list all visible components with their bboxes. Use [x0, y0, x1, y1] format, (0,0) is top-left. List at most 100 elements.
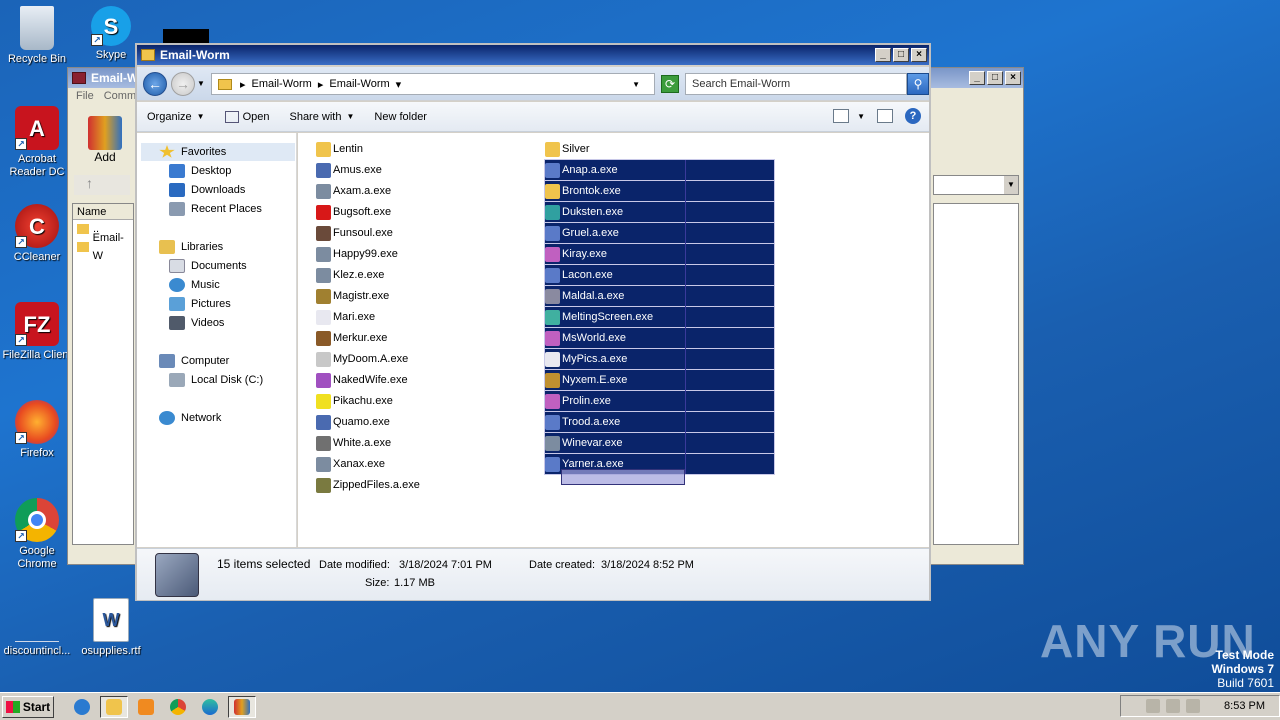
- breadcrumb-item[interactable]: Email-Worm: [329, 78, 389, 90]
- file-item[interactable]: Klez.e.exe: [316, 265, 384, 285]
- menu-commands[interactable]: Comm: [104, 90, 136, 102]
- file-item[interactable]: Amus.exe: [316, 160, 382, 180]
- search-input[interactable]: Search Email-Worm: [685, 73, 907, 95]
- taskbar-explorer[interactable]: [100, 695, 128, 718]
- file-icon: [545, 246, 560, 262]
- nav-documents[interactable]: Documents: [169, 257, 247, 275]
- file-item[interactable]: Mari.exe: [316, 307, 375, 327]
- desktop-icon-osupplies[interactable]: W osupplies.rtf: [74, 598, 148, 658]
- nav-videos[interactable]: Videos: [169, 314, 224, 332]
- file-item[interactable]: MeltingScreen.exe: [544, 306, 775, 328]
- chevron-down-icon[interactable]: ▼: [857, 112, 865, 121]
- file-item[interactable]: Winevar.exe: [544, 432, 775, 454]
- path-dropdown[interactable]: ▼: [933, 175, 1019, 195]
- organize-button[interactable]: Organize ▼: [137, 111, 215, 123]
- add-button[interactable]: Add: [74, 112, 136, 170]
- taskbar-edge[interactable]: [196, 696, 224, 718]
- file-item[interactable]: Lacon.exe: [544, 264, 775, 286]
- desktop-icon-firefox[interactable]: ↗ Firefox: [0, 400, 74, 460]
- close-button[interactable]: ×: [911, 48, 927, 62]
- file-item[interactable]: Nyxem.E.exe: [544, 369, 775, 391]
- desktop-icon-acrobat[interactable]: A ↗ Acrobat Reader DC: [0, 106, 74, 179]
- recent-pages-dropdown[interactable]: ▼: [197, 79, 205, 88]
- file-item[interactable]: Bugsoft.exe: [316, 202, 391, 222]
- nav-music[interactable]: Music: [169, 276, 220, 294]
- flag-icon[interactable]: [1186, 699, 1201, 713]
- search-button[interactable]: ⚲: [907, 73, 929, 95]
- minimize-button[interactable]: _: [875, 48, 891, 62]
- file-item[interactable]: MyDoom.A.exe: [316, 349, 408, 369]
- refresh-button[interactable]: ⟳: [661, 75, 679, 93]
- file-item[interactable]: Merkur.exe: [316, 328, 387, 348]
- file-item[interactable]: Gruel.a.exe: [544, 222, 775, 244]
- nav-recent-places[interactable]: Recent Places: [169, 200, 262, 218]
- clock[interactable]: 8:53 PM: [1224, 700, 1265, 712]
- minimize-button[interactable]: _: [969, 71, 985, 85]
- back-button[interactable]: ←: [143, 72, 167, 96]
- file-item[interactable]: Silver: [545, 139, 590, 159]
- file-item[interactable]: Trood.a.exe: [544, 411, 775, 433]
- file-item[interactable]: NakedWife.exe: [316, 370, 408, 390]
- file-item[interactable]: Magistr.exe: [316, 286, 389, 306]
- file-item[interactable]: Kiray.exe: [544, 243, 775, 265]
- file-item[interactable]: Duksten.exe: [544, 201, 775, 223]
- column-header-name[interactable]: Name: [73, 204, 133, 220]
- file-item[interactable]: Funsoul.exe: [316, 223, 393, 243]
- table-row[interactable]: Email-W: [73, 232, 133, 262]
- file-item[interactable]: Anap.a.exe: [544, 159, 775, 181]
- nav-label: Favorites: [181, 146, 227, 158]
- file-list[interactable]: Lentin Amus.exe Axam.a.exe Bugsoft.exe Funso…: [298, 133, 929, 547]
- help-icon[interactable]: ?: [905, 108, 921, 124]
- file-item[interactable]: Lentin: [316, 139, 363, 159]
- nav-favorites[interactable]: Favorites: [141, 143, 295, 161]
- file-item[interactable]: White.a.exe: [316, 433, 391, 453]
- desktop-icon-recycle-bin[interactable]: Recycle Bin: [0, 6, 74, 66]
- forward-button[interactable]: →: [171, 72, 195, 96]
- file-item[interactable]: ZippedFiles.a.exe: [316, 475, 420, 495]
- share-with-button[interactable]: Share with ▼: [279, 111, 364, 123]
- volume-icon[interactable]: [1146, 699, 1161, 713]
- maximize-button[interactable]: □: [987, 71, 1003, 85]
- change-view-icon[interactable]: [833, 109, 850, 123]
- network-icon[interactable]: [1166, 699, 1181, 713]
- nav-libraries[interactable]: Libraries: [159, 238, 223, 256]
- start-button[interactable]: Start: [2, 695, 54, 718]
- file-item[interactable]: Xanax.exe: [316, 454, 385, 474]
- desktop-icon-ccleaner[interactable]: C ↗ CCleaner: [0, 204, 74, 264]
- up-arrow-icon[interactable]: ↑: [74, 175, 130, 195]
- menu-file[interactable]: File: [76, 90, 94, 102]
- desktop-icon-discount[interactable]: discountincl...: [0, 598, 74, 658]
- file-item[interactable]: Brontok.exe: [544, 180, 775, 202]
- new-folder-button[interactable]: New folder: [364, 111, 437, 123]
- nav-local-disk[interactable]: Local Disk (C:): [169, 371, 263, 389]
- taskbar-winrar[interactable]: [228, 695, 256, 718]
- file-item[interactable]: MsWorld.exe: [544, 327, 775, 349]
- file-item[interactable]: MyPics.a.exe: [544, 348, 775, 370]
- breadcrumb-item[interactable]: Email-Worm: [252, 78, 312, 90]
- taskbar-media-player[interactable]: [132, 696, 160, 718]
- nav-computer[interactable]: Computer: [159, 352, 229, 370]
- address-dropdown[interactable]: ▼: [632, 80, 640, 89]
- file-item[interactable]: Axam.a.exe: [316, 181, 391, 201]
- nav-desktop[interactable]: Desktop: [169, 162, 231, 180]
- file-item[interactable]: Happy99.exe: [316, 244, 398, 264]
- nav-pictures[interactable]: Pictures: [169, 295, 231, 313]
- explorer-window[interactable]: Email-Worm _ □ × ← → ▼ ▸ Email-Worm ▸ Em…: [135, 43, 931, 601]
- file-item[interactable]: Pikachu.exe: [316, 391, 393, 411]
- open-button[interactable]: Open: [215, 110, 280, 123]
- winrar-file-list[interactable]: Name .. Email-W: [72, 203, 134, 545]
- breadcrumb[interactable]: ▸ Email-Worm ▸ Email-Worm ▾ ▼: [211, 73, 655, 95]
- file-item[interactable]: Prolin.exe: [544, 390, 775, 412]
- nav-downloads[interactable]: Downloads: [169, 181, 245, 199]
- file-item[interactable]: Maldal.a.exe: [544, 285, 775, 307]
- desktop-icon-chrome[interactable]: ↗ Google Chrome: [0, 498, 74, 571]
- preview-pane-icon[interactable]: [877, 109, 893, 123]
- explorer-titlebar[interactable]: Email-Worm: [137, 45, 929, 65]
- desktop-icon-filezilla[interactable]: FZ ↗ FileZilla Client: [0, 302, 74, 362]
- maximize-button[interactable]: □: [893, 48, 909, 62]
- file-item[interactable]: Quamo.exe: [316, 412, 390, 432]
- close-button[interactable]: ×: [1005, 71, 1021, 85]
- taskbar-chrome[interactable]: [164, 696, 192, 718]
- taskbar-ie[interactable]: [68, 696, 96, 718]
- nav-network[interactable]: Network: [159, 409, 221, 427]
